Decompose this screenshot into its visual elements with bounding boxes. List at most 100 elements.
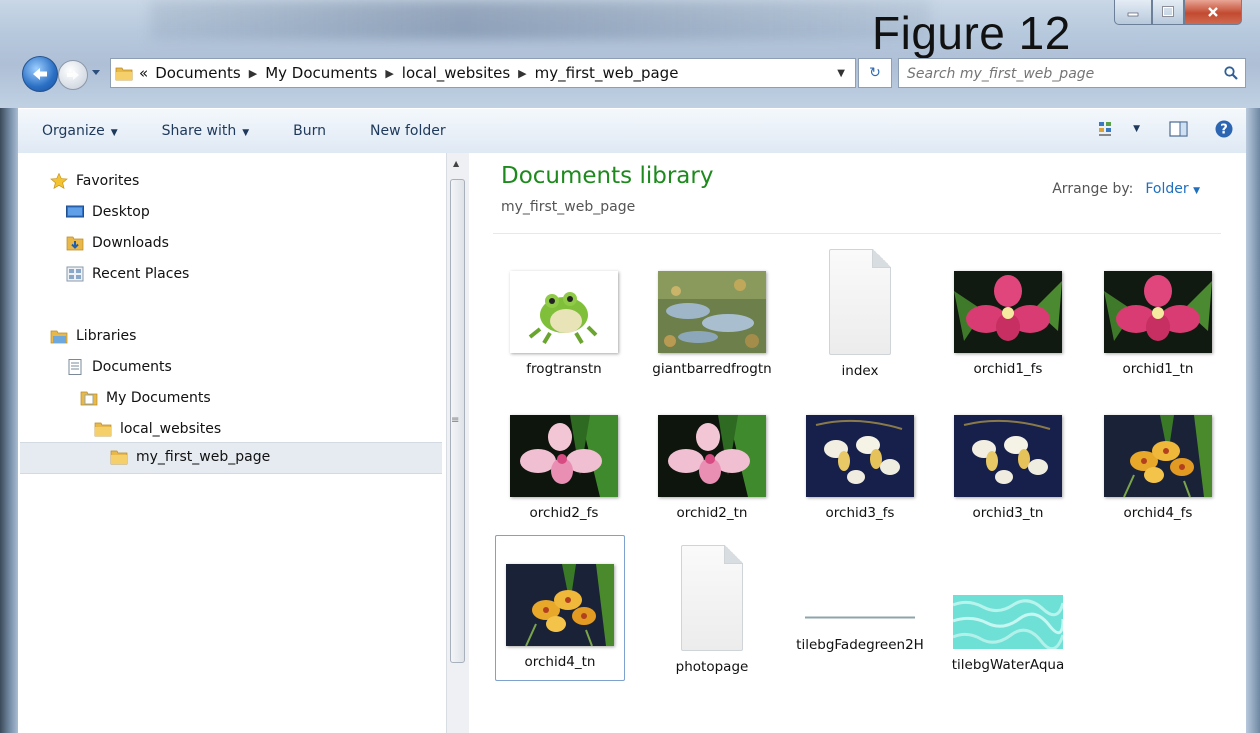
preview-pane-icon[interactable] <box>1168 120 1190 138</box>
file-name: orchid3_fs <box>825 505 895 521</box>
file-item-index[interactable]: index <box>795 249 925 381</box>
folder-icon <box>94 422 112 437</box>
desktop-icon <box>66 205 84 218</box>
my-documents-folder-icon <box>80 391 98 406</box>
pond-thumbnail <box>658 271 766 353</box>
help-icon[interactable]: ? <box>1214 119 1234 139</box>
arrange-by: Arrange by: Folder ▼ <box>1052 181 1200 197</box>
breadcrumb-separator-icon[interactable]: ▶ <box>385 67 393 80</box>
navigation-scrollbar[interactable]: ▲ ≡ <box>446 153 469 733</box>
chevron-down-icon: ▼ <box>1193 186 1200 196</box>
sidebar-item-label: Downloads <box>92 235 169 251</box>
refresh-button[interactable]: ↻ <box>858 58 892 88</box>
breadcrumb-separator-icon[interactable]: ▶ <box>249 67 257 80</box>
breadcrumb-overflow[interactable]: « <box>139 64 148 82</box>
white-orchid-thumbnail <box>954 415 1062 497</box>
file-item-orchid3-fs[interactable]: orchid3_fs <box>795 415 925 523</box>
forward-button[interactable] <box>58 60 88 90</box>
folder-icon <box>115 67 133 81</box>
view-options-chevron-down-icon[interactable]: ▼ <box>1133 124 1140 134</box>
yellow-orchid-thumbnail <box>506 564 614 646</box>
arrange-by-dropdown[interactable]: Folder ▼ <box>1145 181 1200 197</box>
file-item-orchid3-tn[interactable]: orchid3_tn <box>943 415 1073 523</box>
frog-thumbnail <box>510 271 618 353</box>
breadcrumb-my-documents[interactable]: My Documents <box>265 64 377 82</box>
refresh-icon: ↻ <box>869 65 881 81</box>
scrollbar-grip-icon: ≡ <box>451 415 460 426</box>
organize-menu[interactable]: Organize ▼ <box>18 123 140 139</box>
file-item-frogtranstn[interactable]: frogtranstn <box>499 271 629 379</box>
pink-orchid-thumbnail <box>954 271 1062 353</box>
maximize-button[interactable] <box>1152 0 1184 25</box>
star-icon <box>50 173 68 189</box>
file-item-orchid1-tn[interactable]: orchid1_tn <box>1093 271 1223 379</box>
close-button[interactable] <box>1184 0 1242 25</box>
file-name: index <box>841 363 879 379</box>
sidebar-item-favorites[interactable]: Favorites <box>50 168 139 194</box>
sidebar-item-my-first-web-page[interactable]: my_first_web_page <box>110 444 270 470</box>
search-box[interactable] <box>898 58 1246 88</box>
file-name: photopage <box>675 659 749 675</box>
file-name: orchid2_fs <box>529 505 599 521</box>
breadcrumb-my-first-web-page[interactable]: my_first_web_page <box>535 64 679 82</box>
share-with-label: Share with <box>161 123 237 139</box>
file-name: orchid1_tn <box>1122 361 1194 377</box>
figure-label: Figure 12 <box>872 7 1071 59</box>
address-history-chevron-down-icon[interactable]: ▼ <box>837 68 845 79</box>
change-view-icon[interactable] <box>1097 120 1119 138</box>
file-name: tilebgFadegreen2H <box>796 637 924 653</box>
sidebar-item-local-websites[interactable]: local_websites <box>94 416 221 442</box>
sidebar-item-my-documents[interactable]: My Documents <box>80 385 211 411</box>
file-item-orchid1-fs[interactable]: orchid1_fs <box>943 271 1073 379</box>
search-input[interactable] <box>905 63 1209 85</box>
recent-places-icon <box>66 266 84 282</box>
sidebar-item-label: local_websites <box>120 421 222 437</box>
file-name: giantbarredfrogtn <box>652 361 772 377</box>
search-icon[interactable] <box>1223 65 1239 81</box>
recent-pages-chevron-down-icon[interactable] <box>90 66 102 78</box>
breadcrumb-local-websites[interactable]: local_websites <box>402 64 510 82</box>
documents-library-icon <box>68 359 82 375</box>
share-with-menu[interactable]: Share with ▼ <box>140 123 271 139</box>
file-item-orchid4-fs[interactable]: orchid4_fs <box>1093 415 1223 523</box>
new-folder-button[interactable]: New folder <box>348 123 468 139</box>
selection-spacer <box>496 536 624 564</box>
file-name: frogtranstn <box>526 361 602 377</box>
arrange-by-value: Folder <box>1145 181 1189 197</box>
back-button[interactable] <box>22 56 58 92</box>
scroll-up-arrow-icon[interactable]: ▲ <box>453 159 459 168</box>
back-arrow-icon <box>33 68 47 80</box>
sidebar-item-recent-places[interactable]: Recent Places <box>66 261 189 287</box>
file-name: orchid2_tn <box>676 505 748 521</box>
file-item-photopage[interactable]: photopage <box>647 545 777 677</box>
sidebar-item-downloads[interactable]: Downloads <box>66 230 169 256</box>
yellow-orchid-thumbnail <box>1104 415 1212 497</box>
file-view: Documents library my_first_web_page Arra… <box>469 153 1246 733</box>
forward-arrow-icon <box>67 70 79 80</box>
file-item-tilebgwateraqua[interactable]: tilebgWaterAqua <box>943 595 1073 675</box>
file-item-orchid4-tn[interactable]: orchid4_tn <box>495 535 625 681</box>
svg-text:?: ? <box>1220 123 1228 138</box>
file-item-giantbarredfrogtn[interactable]: giantbarredfrogtn <box>647 271 777 379</box>
window-right-border <box>1246 108 1260 733</box>
sidebar-item-desktop[interactable]: Desktop <box>66 199 150 225</box>
light-pink-orchid-thumbnail <box>658 415 766 497</box>
sidebar-item-documents[interactable]: Documents <box>66 354 172 380</box>
burn-button[interactable]: Burn <box>271 123 348 139</box>
blank-document-icon <box>681 545 743 651</box>
file-item-orchid2-tn[interactable]: orchid2_tn <box>647 415 777 523</box>
file-name: orchid4_tn <box>524 654 596 670</box>
breadcrumb-separator-icon[interactable]: ▶ <box>518 67 526 80</box>
close-icon <box>1208 7 1218 17</box>
address-bar[interactable]: « Documents ▶ My Documents ▶ local_websi… <box>110 58 856 88</box>
file-item-tilebgfadegreen2h[interactable]: tilebgFadegreen2H <box>795 615 925 655</box>
libraries-icon <box>50 330 68 344</box>
minimize-button[interactable] <box>1114 0 1152 25</box>
file-name: tilebgWaterAqua <box>951 657 1065 673</box>
library-subtitle: my_first_web_page <box>501 199 636 215</box>
sidebar-item-libraries[interactable]: Libraries <box>50 323 136 349</box>
file-item-orchid2-fs[interactable]: orchid2_fs <box>499 415 629 523</box>
window-left-border <box>0 108 18 733</box>
aqua-water-thumbnail <box>953 595 1063 649</box>
breadcrumb-documents[interactable]: Documents <box>155 64 241 82</box>
